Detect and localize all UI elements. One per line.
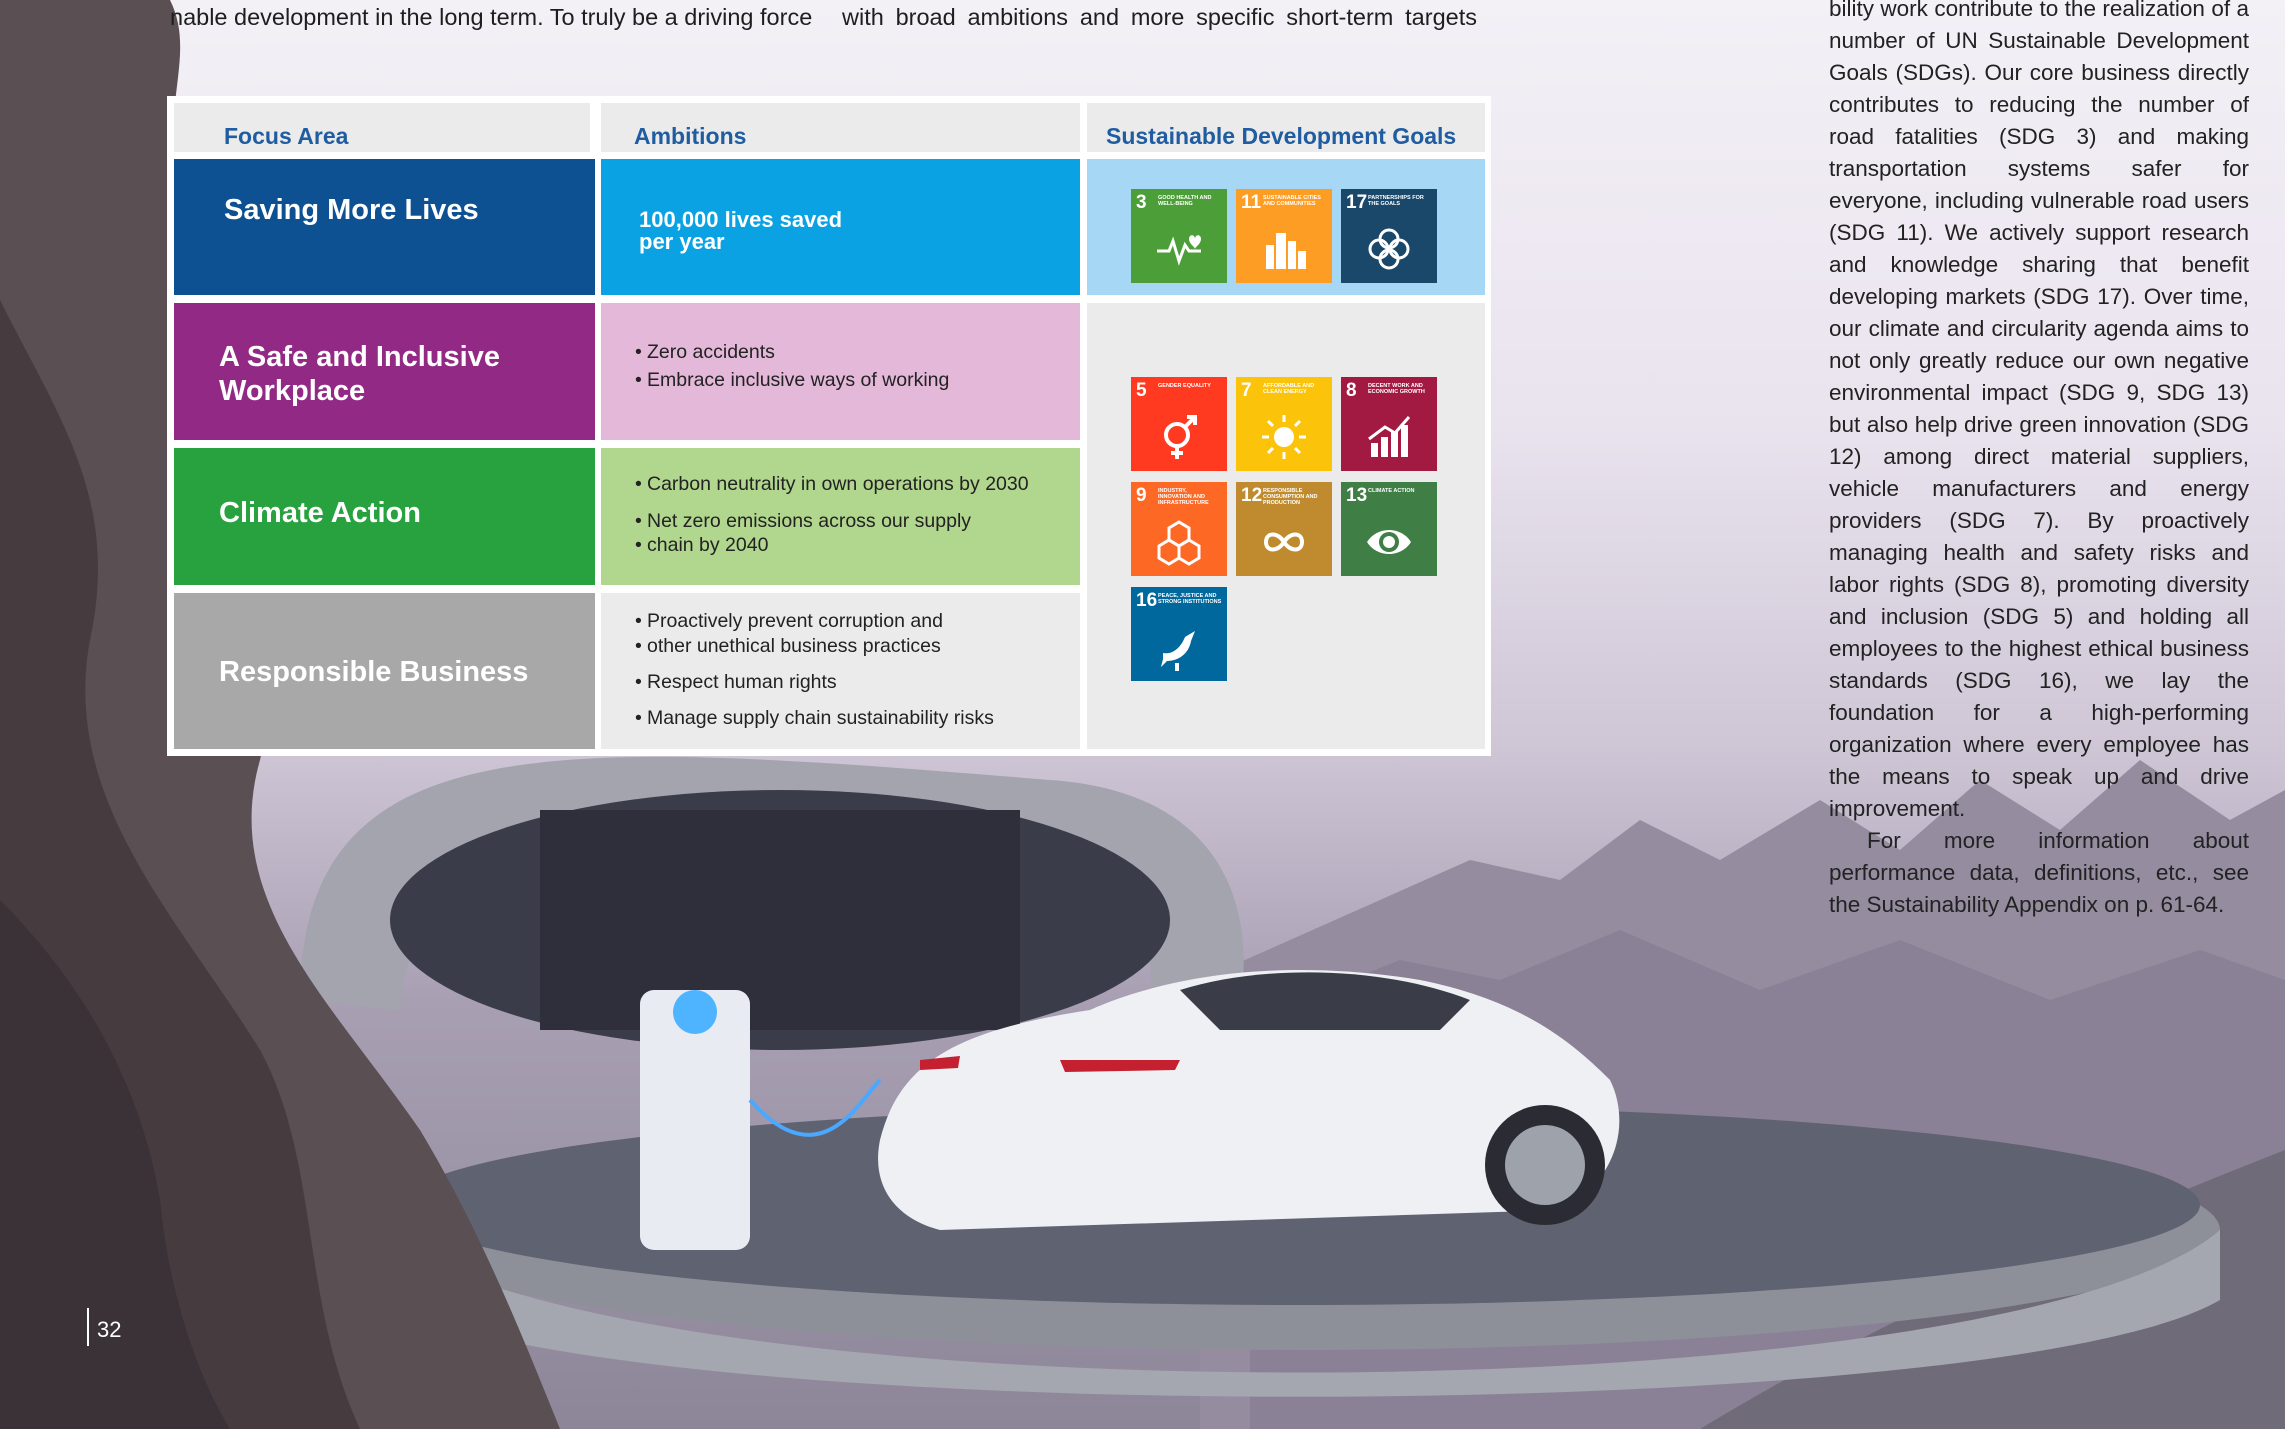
sdg-number: 9 [1136,485,1147,506]
ambition-item-continued: chain by 2040 [635,533,1029,557]
gender-icon [1164,415,1197,459]
header-sdgs: Sustainable Development Goals [1087,103,1485,152]
sdg-11-tile: 11 Sustainable cities and communities [1236,189,1332,283]
heartbeat-icon [1157,235,1201,266]
dove-icon [1161,631,1195,671]
sdg-13-tile: 13 Climate action [1341,482,1437,576]
sdg-5-tile: 5 Gender equality [1131,377,1227,471]
sdg-title: Climate action [1368,488,1415,494]
sdg-title: Peace, justice and strong institutions [1158,593,1222,605]
sun-icon [1262,415,1306,459]
focus-saving-more-lives: Saving More Lives [174,159,595,295]
sdg-number: 16 [1136,590,1158,611]
sdg-12-tile: 12 Responsible consumption and production [1236,482,1332,576]
sdg-number: 12 [1241,485,1263,506]
ambition-item: Zero accidents [635,341,949,364]
sdg-number: 11 [1241,192,1262,213]
sdg-number: 13 [1346,485,1368,506]
eye-globe-icon [1367,530,1411,554]
ambition-item: Respect human rights [635,670,994,695]
sdg-number: 5 [1136,380,1147,401]
ambition-lives-saved: 100,000 lives saved per year [601,159,1080,295]
focus-climate-action: Climate Action [174,448,595,585]
sdg-title: Sustainable cities and communities [1263,195,1321,207]
sdg-title: Partnerships for the goals [1368,195,1424,207]
partnership-icon [1368,228,1410,270]
sdg-title: Gender equality [1158,383,1211,389]
ambition-item: Embrace inclusive ways of working [635,369,949,392]
cubes-icon [1157,520,1201,566]
sdg-title: Good health and well-being [1158,195,1212,207]
header-ambitions: Ambitions [601,103,1080,152]
body-paragraph: bility work contribute to the realizatio… [1829,0,2249,821]
sdg-7-tile: 7 Affordable and clean energy [1236,377,1332,471]
sdg-17-tile: 17 Partnerships for the goals [1341,189,1437,283]
sdg-title: Responsible consumption and production [1263,488,1318,506]
sdg-16-tile: 16 Peace, justice and strong institutions [1131,587,1227,681]
ambition-item: Proactively prevent corruption and [635,609,994,634]
sdg-8-tile: 8 Decent work and economic growth [1341,377,1437,471]
sdg-number: 17 [1346,192,1368,213]
sdg-number: 8 [1346,380,1357,401]
city-icon [1266,233,1306,269]
sdg-title: Decent work and economic growth [1368,383,1425,395]
infinity-icon [1263,532,1305,552]
sdg-number: 3 [1136,192,1147,213]
body-text-fragment-middle: with broad ambitions and more specific s… [842,4,1477,30]
sdg-9-tile: 9 Industry, innovation and infrastructure [1131,482,1227,576]
page-number: 32 [87,1308,121,1346]
ambitions-responsible-business: Proactively prevent corruption and other… [601,593,1080,749]
body-paragraph: For more information about performance d… [1829,828,2249,917]
sdg-title: Industry, innovation and infrastructure [1158,488,1209,506]
ambition-item: Net zero emissions across our supply [635,509,1029,533]
ambitions-climate: Carbon neutrality in own operations by 2… [601,448,1080,585]
growth-chart-icon [1368,416,1411,457]
ambition-item-continued: other unethical business practices [635,634,994,659]
ambition-item: Carbon neutrality in own operations by 2… [635,472,1029,496]
focus-responsible-business: Responsible Business [174,593,595,749]
body-text-fragment-left: nable development in the long term. To t… [170,4,813,30]
ambition-item: Manage supply chain sustainability risks [635,706,994,731]
sdg-title: Affordable and clean energy [1263,383,1315,395]
focus-safe-inclusive-workplace: A Safe and Inclusive Workplace [174,303,595,440]
body-text-column: bility work contribute to the realizatio… [1829,0,2249,921]
sdg-3-tile: 3 Good health and well-being [1131,189,1227,283]
ambitions-workplace: Zero accidents Embrace inclusive ways of… [601,303,1080,440]
header-focus-area: Focus Area [174,103,590,152]
sdg-number: 7 [1241,380,1252,401]
focus-area-table: Focus Area Ambitions Sustainable Develop… [167,96,1491,756]
